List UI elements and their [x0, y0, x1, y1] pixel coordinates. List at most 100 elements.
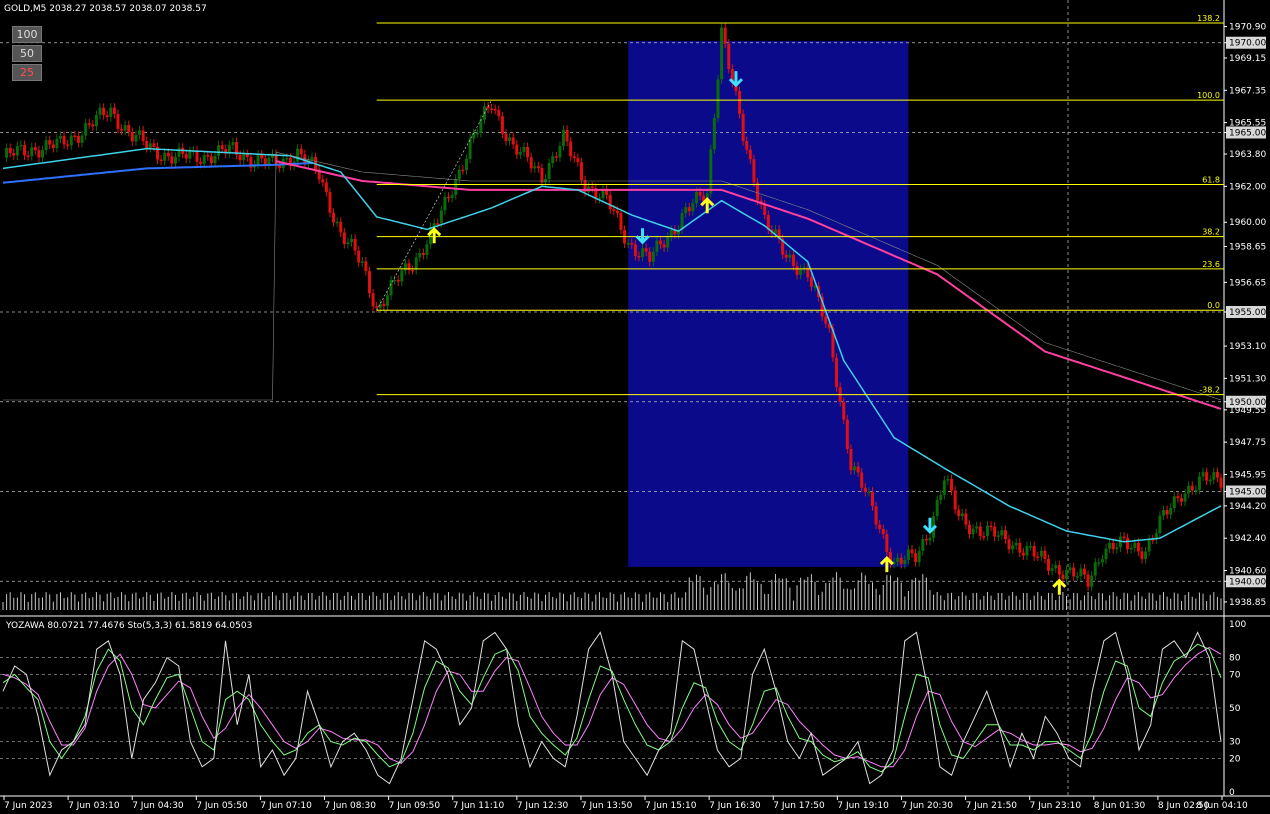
- price-bar: [554, 156, 558, 158]
- price-bar: [58, 135, 62, 139]
- price-tick-label: 1956.65: [1229, 278, 1266, 288]
- price-bar: [166, 152, 170, 157]
- price-bar: [177, 147, 181, 157]
- price-bar: [748, 149, 752, 160]
- fib-level-label: 23.6: [1202, 260, 1220, 269]
- price-bar: [486, 106, 490, 109]
- price-bar: [565, 129, 569, 142]
- price-bar: [773, 229, 777, 234]
- price-bar: [500, 116, 504, 134]
- price-bar: [332, 212, 336, 223]
- price-bar: [342, 232, 346, 245]
- price-bar: [217, 145, 221, 156]
- price-bar: [896, 557, 900, 562]
- price-tick-label: 1947.75: [1229, 438, 1266, 448]
- fib-level-label: 138.2: [1197, 14, 1220, 23]
- price-bar: [921, 538, 925, 551]
- price-tick-label: 1970.00: [1229, 39, 1266, 49]
- time-tick-label: 7 Jun 19:10: [837, 801, 889, 811]
- price-bar: [684, 207, 688, 214]
- price-bar: [1169, 507, 1173, 515]
- price-bar: [691, 203, 695, 212]
- price-bar: [1158, 515, 1162, 534]
- osc-tick-label: 80: [1229, 654, 1241, 664]
- price-bar: [669, 229, 673, 237]
- price-bar: [490, 108, 494, 110]
- price-bar: [1075, 576, 1079, 578]
- price-bar: [551, 156, 555, 164]
- price-bar: [188, 151, 192, 159]
- price-bar: [357, 250, 361, 263]
- price-bar: [321, 179, 325, 183]
- price-tick-label: 1945.00: [1229, 488, 1266, 498]
- price-bar: [1172, 496, 1176, 508]
- price-bar: [112, 107, 116, 115]
- lot-25-button[interactable]: 25: [12, 64, 42, 81]
- price-bar: [51, 144, 55, 148]
- price-bar: [450, 195, 454, 198]
- price-bar: [443, 196, 447, 211]
- price-bar: [687, 207, 691, 212]
- fib-level-label: 61.8: [1202, 176, 1220, 185]
- price-bar: [788, 254, 792, 258]
- time-tick-label: 7 Jun 09:50: [389, 801, 441, 811]
- price-bar: [447, 196, 451, 199]
- price-tick-label: 1940.00: [1229, 577, 1266, 587]
- price-bar: [899, 557, 903, 565]
- price-tick-label: 1963.80: [1229, 150, 1266, 160]
- price-bar: [1140, 551, 1144, 560]
- price-bar: [80, 135, 84, 143]
- price-bar: [1054, 565, 1058, 569]
- price-bar: [727, 43, 731, 69]
- price-bar: [62, 135, 66, 145]
- price-bar: [1197, 476, 1201, 490]
- price-bar: [1086, 574, 1090, 587]
- price-bar: [1111, 542, 1115, 550]
- price-bar: [267, 157, 271, 165]
- price-tick-label: 1949.55: [1229, 406, 1266, 416]
- osc-tick-label: 100: [1229, 620, 1246, 630]
- price-bar: [403, 263, 407, 271]
- price-bar: [845, 419, 849, 449]
- price-chart-canvas[interactable]: 138.2 100.0 61.8 38.2 23.6 0.0 -38.2 1970.90 197…: [0, 0, 1270, 814]
- price-bar: [662, 244, 666, 248]
- time-tick-label: 7 Jun 16:30: [709, 801, 761, 811]
- price-bar: [1043, 550, 1047, 560]
- price-bar: [522, 146, 526, 152]
- price-tick-label: 1967.35: [1229, 86, 1266, 96]
- price-bar: [472, 133, 476, 139]
- price-bar: [163, 152, 167, 161]
- price-bar: [809, 277, 813, 287]
- price-bar: [195, 150, 199, 162]
- price-bar: [159, 159, 163, 162]
- price-bar: [497, 109, 501, 117]
- time-tick-label: 7 Jun 20:30: [901, 801, 953, 811]
- price-bar: [1126, 538, 1130, 550]
- price-bar: [615, 210, 619, 214]
- price-bar: [853, 466, 857, 471]
- price-bar: [917, 550, 921, 563]
- fib-trendline: [376, 100, 492, 311]
- lot-100-button[interactable]: 100: [12, 26, 42, 43]
- price-bar: [328, 192, 332, 213]
- lot-50-button[interactable]: 50: [12, 45, 42, 62]
- price-bar: [296, 148, 300, 162]
- price-bar: [784, 254, 788, 258]
- price-bar: [993, 526, 997, 537]
- price-bar: [856, 466, 860, 473]
- price-bar: [1061, 574, 1065, 580]
- price-bar: [335, 221, 339, 224]
- osc-tick-label: 30: [1229, 738, 1241, 748]
- price-bar: [1104, 548, 1108, 560]
- price-bar: [1093, 562, 1097, 576]
- price-bar: [263, 158, 267, 165]
- price-bar: [903, 559, 907, 565]
- price-bar: [26, 155, 30, 157]
- price-bar: [1011, 545, 1015, 550]
- price-bar: [170, 156, 174, 164]
- price-bar: [1100, 559, 1104, 563]
- price-bar: [220, 145, 224, 150]
- price-bar: [33, 147, 37, 151]
- price-bar: [84, 123, 88, 136]
- fib-level-label: 100.0: [1197, 91, 1220, 100]
